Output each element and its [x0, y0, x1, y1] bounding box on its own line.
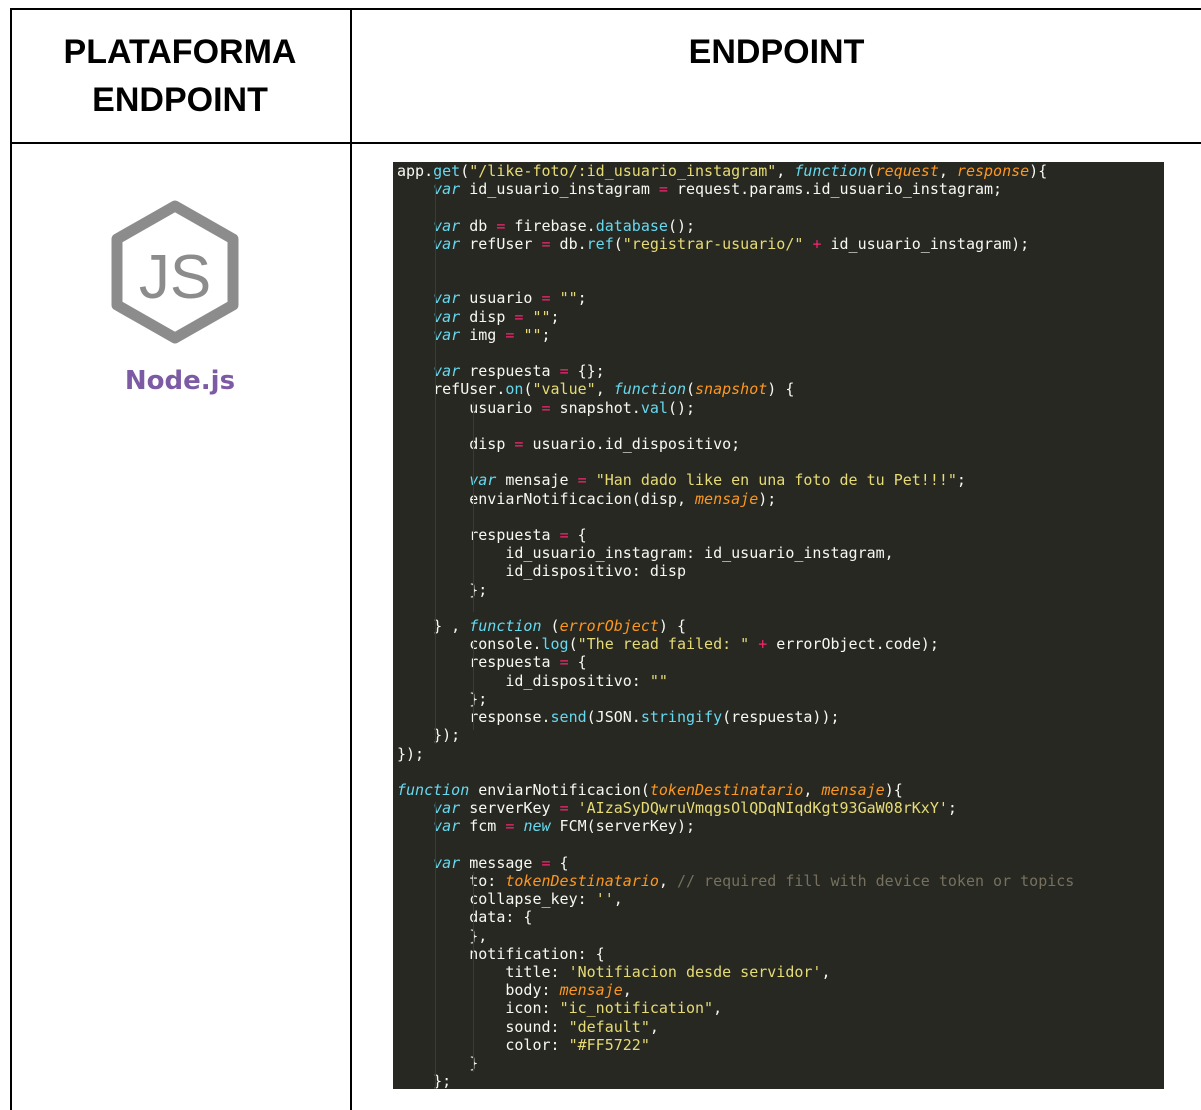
code-line: var fcm = new FCM(serverKey);	[433, 817, 696, 836]
code-line: var img = "";	[433, 325, 551, 344]
code-line: ​	[397, 599, 1164, 617]
header-platform-line1: PLATAFORMA	[63, 33, 297, 71]
code-line: id_dispositivo: ""	[397, 671, 668, 690]
indent-guide	[473, 872, 474, 1072]
code-line: console.log("The read failed: " + errorO…	[397, 635, 939, 654]
code-line: ​	[397, 417, 1164, 435]
code-line: }	[397, 1053, 479, 1072]
code-line: enviarNotificacion(disp, mensaje);	[397, 489, 777, 508]
code-line: var refUser = db.ref("registrar-usuario/…	[433, 234, 1030, 253]
code-line: collapse_key: '',	[397, 890, 623, 909]
code-line: ​	[397, 508, 1164, 526]
nodejs-hexagon-icon: JS	[111, 200, 239, 344]
code-line: respuesta = {	[397, 653, 587, 672]
code-line: };	[397, 689, 488, 708]
code-line: icon: "ic_notification",	[397, 999, 723, 1018]
indent-guide	[435, 802, 436, 1089]
indent-guide	[473, 640, 474, 730]
code-line: usuario = snapshot.val();	[397, 398, 696, 417]
code-line: };	[397, 580, 488, 599]
header-cell-endpoint: ENDPOINT	[688, 33, 865, 71]
code-line: var mensaje = "Han dado like en una foto…	[469, 471, 966, 490]
code-line: var respuesta = {};	[433, 362, 605, 381]
table-border-header	[10, 142, 1201, 144]
code-line: response.send(JSON.stringify(respuesta))…	[469, 708, 840, 727]
code-line: var usuario = "";	[433, 289, 587, 308]
code-line: id_usuario_instagram: id_usuario_instagr…	[397, 544, 894, 563]
code-line: ​	[397, 253, 1164, 271]
code-line: ​	[397, 453, 1164, 471]
indent-guide	[435, 184, 436, 744]
indent-guide	[473, 402, 474, 612]
code-line: ​	[397, 763, 1164, 781]
code-line: to: tokenDestinatario, // required fill …	[397, 871, 1075, 890]
code-line: },	[397, 926, 488, 945]
code-line: title: 'Notifiacion desde servidor',	[397, 962, 831, 981]
nodejs-label: Node.js	[124, 366, 236, 396]
code-line: var serverKey = 'AIzaSyDQwruVmqgsOlQDqNI…	[433, 799, 957, 818]
code-line: };	[397, 1072, 452, 1089]
code-line: });	[397, 744, 425, 763]
code-line: } , function (errorObject) {	[397, 617, 686, 636]
code-line: ​	[397, 271, 1164, 289]
header-cell-platform: PLATAFORMA ENDPOINT	[10, 28, 350, 124]
code-block: app.get("/like-foto/:id_usuario_instagra…	[393, 162, 1164, 1089]
code-line: data: {	[397, 908, 533, 927]
code-line: notification: {	[397, 944, 605, 963]
code-line: ​	[397, 344, 1164, 362]
table-border-left	[10, 8, 12, 1110]
code-line: ​	[397, 198, 1164, 216]
code-line: refUser.on("value", function(snapshot) {	[397, 380, 795, 399]
nodejs-logo: JS	[105, 198, 245, 348]
code-line: var message = {	[433, 853, 569, 872]
code-screenshot: app.get("/like-foto/:id_usuario_instagra…	[393, 162, 1164, 1089]
code-line: var id_usuario_instagram = request.param…	[433, 180, 1003, 199]
code-line: function enviarNotificacion(tokenDestina…	[397, 780, 903, 799]
code-line: id_dispositivo: disp	[397, 562, 686, 581]
code-line: app.get("/like-foto/:id_usuario_instagra…	[397, 162, 1048, 180]
code-line: });	[397, 726, 461, 745]
table-border-middle	[350, 8, 352, 1110]
code-line: color: "#FF5722"	[397, 1035, 650, 1054]
code-line: body: mensaje,	[397, 981, 632, 1000]
code-line: sound: "default",	[397, 1017, 659, 1036]
code-line: disp = usuario.id_dispositivo;	[397, 435, 741, 454]
endpoint-table: PLATAFORMA ENDPOINT ENDPOINT JS Node.js …	[10, 8, 1201, 1110]
code-line: respuesta = {	[397, 526, 587, 545]
svg-text:JS: JS	[139, 243, 211, 312]
header-platform-line2: ENDPOINT	[92, 81, 268, 119]
table-border-top	[10, 8, 1201, 10]
code-line: var disp = "";	[433, 307, 560, 326]
code-line: ​	[397, 836, 1164, 854]
code-line: var db = firebase.database();	[433, 216, 696, 235]
